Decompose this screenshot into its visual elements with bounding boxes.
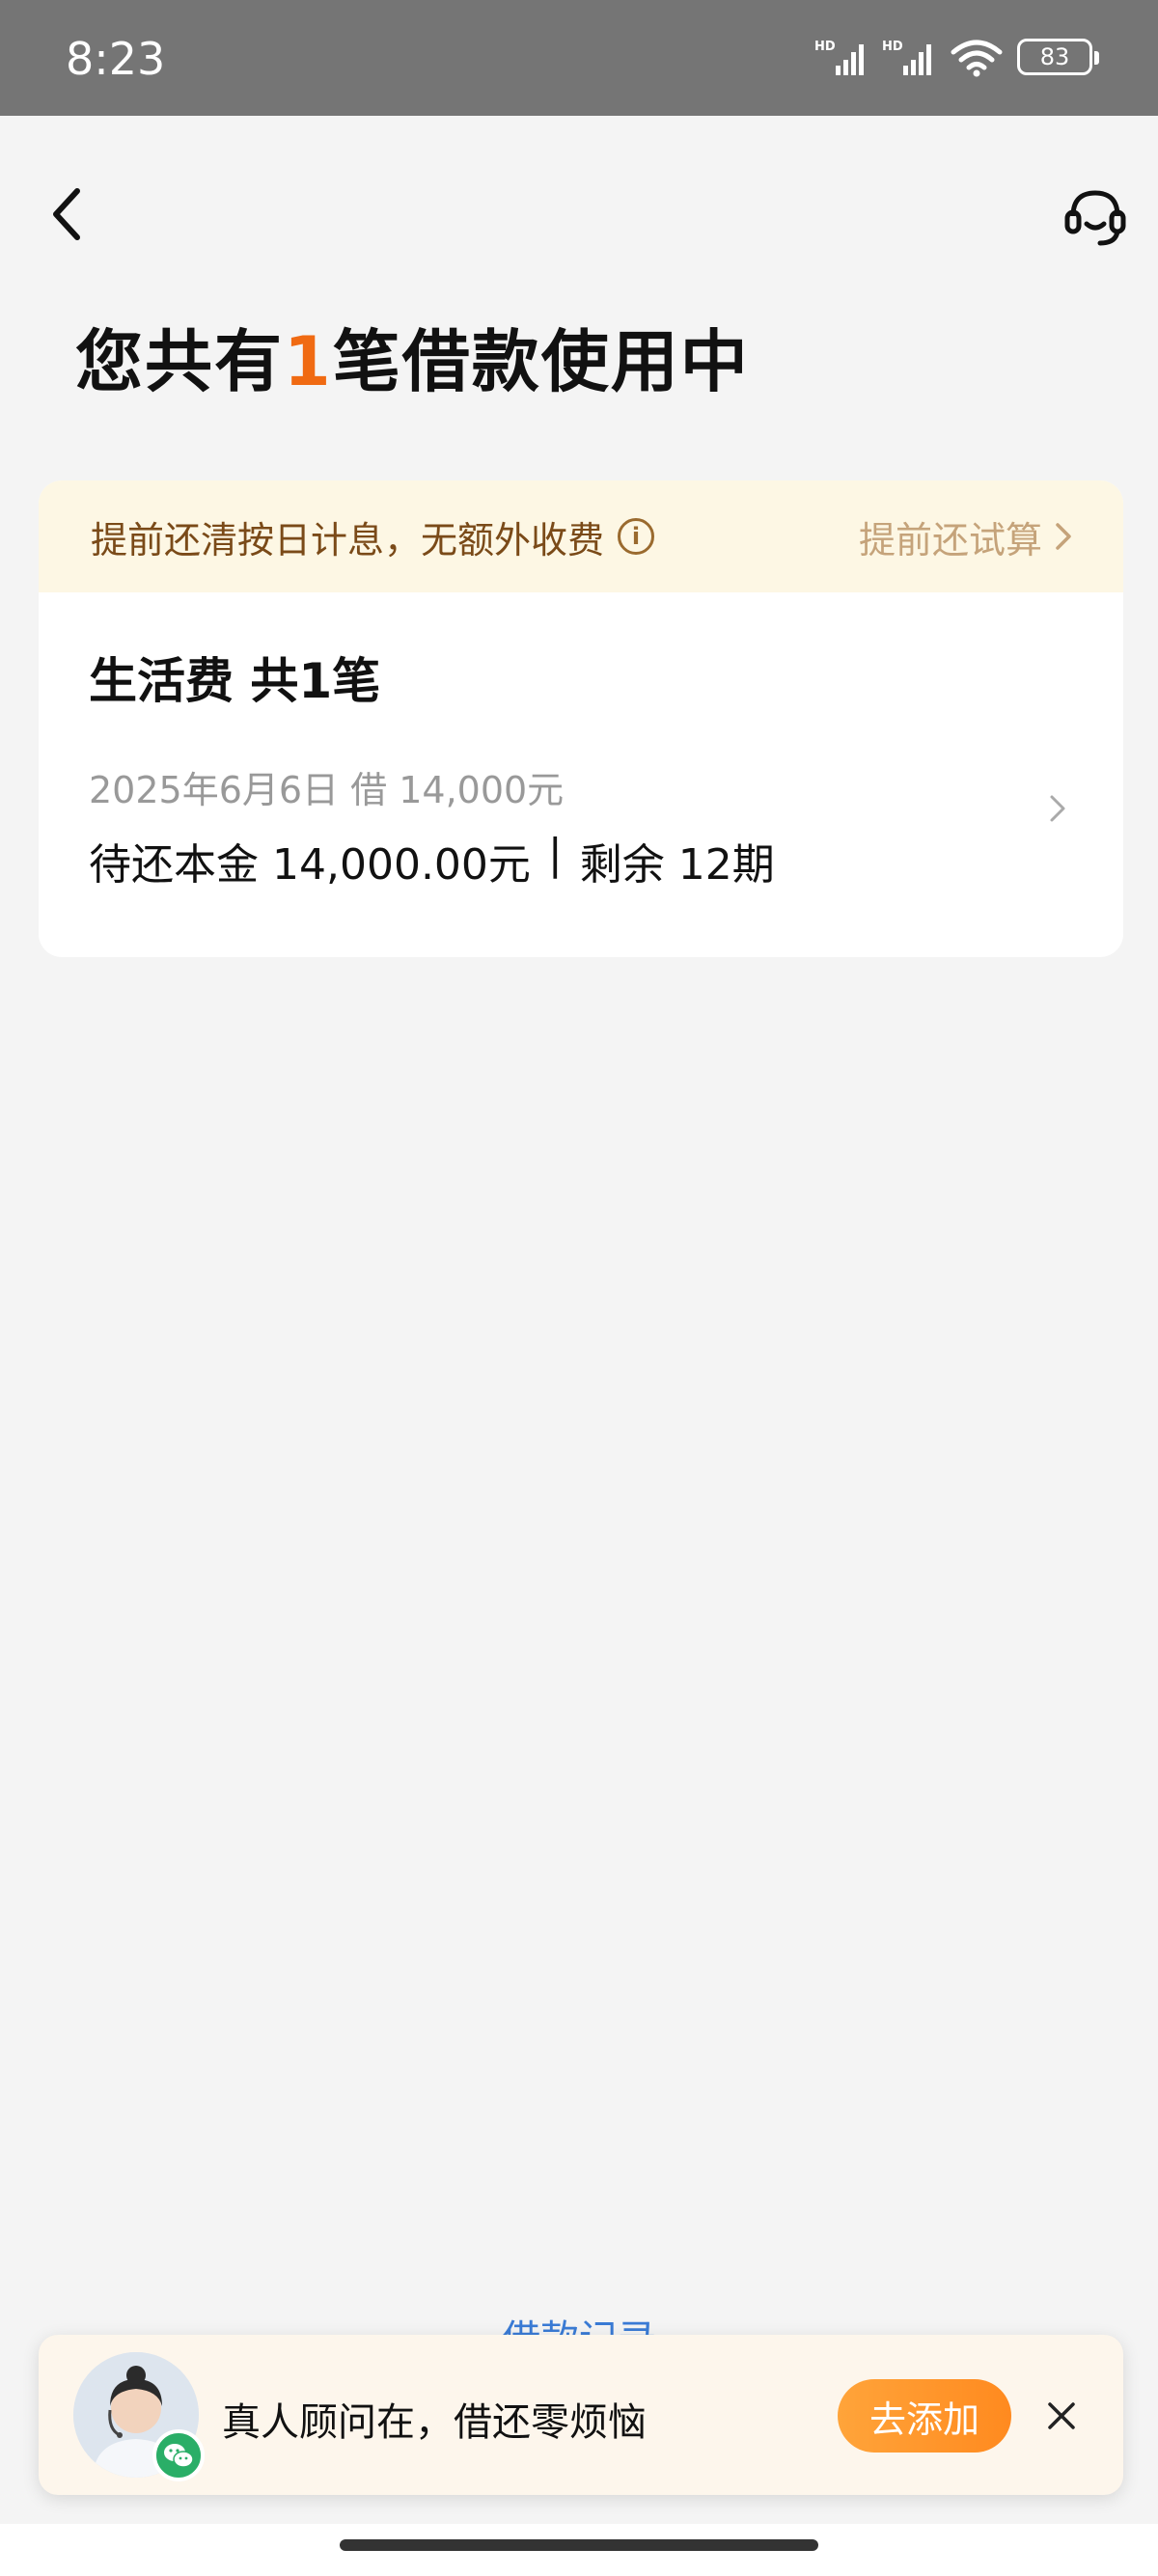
- loan-count: 1: [284, 322, 333, 401]
- loan-group-title: 生活费 共1笔: [89, 653, 381, 709]
- loan-date-amount: 2025年6月6日 借 14,000元: [89, 769, 565, 811]
- loan-principal: 待还本金 14,000.00元: [89, 840, 531, 890]
- customer-service-button[interactable]: [1062, 183, 1129, 251]
- hd-signal-icon: HD: [814, 40, 864, 75]
- back-button[interactable]: [39, 179, 96, 247]
- prepay-notice: 提前还清按日计息，无额外收费 i 提前还试算: [39, 480, 1123, 592]
- headset-icon: [1064, 190, 1126, 246]
- status-bar: 8:23 HD HD 83: [0, 0, 1158, 116]
- loan-card: 提前还清按日计息，无额外收费 i 提前还试算 生活费 共1笔 2025年6月6日…: [39, 480, 1123, 957]
- chevron-left-icon: [53, 188, 80, 240]
- status-icons: HD HD 83: [814, 37, 1099, 77]
- status-time: 8:23: [66, 33, 166, 85]
- title-prefix: 您共有: [75, 322, 284, 401]
- info-icon[interactable]: i: [618, 518, 655, 555]
- prepay-calculator-label: 提前还试算: [858, 518, 1042, 562]
- loan-detail-separator: |: [547, 830, 563, 879]
- battery-icon: 83: [1017, 39, 1099, 75]
- wechat-icon: [152, 2429, 205, 2481]
- notice-left: 提前还清按日计息，无额外收费 i: [91, 510, 655, 563]
- chevron-right-icon: [1050, 795, 1065, 822]
- advisor-text: 真人顾问在，借还零烦恼: [222, 2400, 647, 2445]
- svg-text:HD: HD: [814, 40, 836, 54]
- loan-item[interactable]: 2025年6月6日 借 14,000元 待还本金 14,000.00元 | 剩余…: [39, 760, 1123, 924]
- home-indicator[interactable]: [340, 2539, 818, 2551]
- close-icon: [1048, 2402, 1075, 2429]
- svg-text:HD: HD: [882, 40, 903, 54]
- notice-text: 提前还清按日计息，无额外收费: [91, 518, 605, 562]
- prepay-calculator-link[interactable]: 提前还试算: [859, 510, 1075, 563]
- title-suffix: 笔借款使用中: [332, 322, 750, 401]
- loan-remaining: 剩余 12期: [579, 840, 775, 890]
- chevron-right-icon: [1056, 523, 1071, 550]
- battery-level: 83: [1039, 43, 1070, 70]
- close-banner-button[interactable]: [1042, 2397, 1081, 2435]
- loan-detail: 待还本金 14,000.00元 | 剩余 12期: [89, 830, 775, 891]
- advisor-banner: 真人顾问在，借还零烦恼 去添加: [39, 2335, 1123, 2495]
- add-advisor-button[interactable]: 去添加: [838, 2379, 1011, 2453]
- page-title: 您共有1笔借款使用中: [75, 318, 750, 405]
- wifi-icon: [951, 40, 1003, 77]
- hd-signal-icon: HD: [882, 40, 931, 75]
